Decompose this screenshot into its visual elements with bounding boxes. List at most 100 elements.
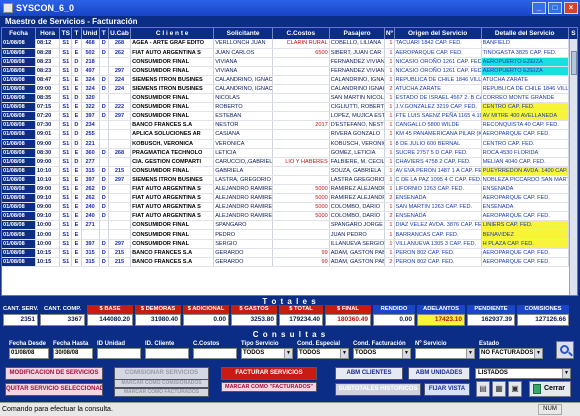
preview-icon[interactable]: ▣	[508, 381, 522, 397]
close-button[interactable]: Cerrar	[529, 381, 571, 397]
grid-cell: RAMIREZ ALEJANDR	[329, 193, 386, 204]
grid-header-cell[interactable]: S	[568, 28, 577, 39]
table-row[interactable]: 01/08/08 09:00 S1 E 262 D FIAT AUTO ARGENTINA …	[2, 184, 577, 195]
listados-select[interactable]: LISTADOS ▼	[475, 368, 571, 379]
grid-cell: S1	[59, 248, 73, 258]
grid-cell: ALEJANDRO RAMIRE	[213, 202, 273, 213]
grid-cell: F	[71, 39, 82, 49]
grid-cell: SIEMENS ITRON BUSINES	[130, 84, 215, 95]
invoice-services-button[interactable]: FACTURAR SERVICIOS	[221, 367, 317, 380]
grid-header-cell[interactable]: Fecha	[2, 28, 36, 39]
export-icon[interactable]: ▦	[492, 381, 506, 397]
table-row[interactable]: 01/08/08 08:35 S1 D 320 CONSUMIDOR FINAL NICOL…	[2, 93, 577, 104]
filter-input[interactable]: ▼	[415, 348, 475, 359]
table-row[interactable]: 01/08/08 09:10 S1 E 240 D FIAT AUTO ARGENTINA …	[2, 211, 577, 222]
grid-header-cell[interactable]: Unid	[81, 28, 100, 39]
table-row[interactable]: 01/08/08 10:15 S1 E 315 D 215 BANCO FRANCES S.A…	[2, 257, 577, 267]
mark-invoiced-alt-button[interactable]: MARCAR COMO FACTURADOS	[114, 388, 209, 397]
search-button[interactable]	[556, 341, 574, 359]
grid-cell: 08:30	[35, 148, 61, 158]
grid-cell	[272, 57, 330, 67]
print-icon[interactable]: ▤	[476, 381, 490, 397]
modify-services-button[interactable]: MODIFICACION DE SERVICIOS	[5, 367, 103, 380]
grid-header-cell[interactable]: Hora	[35, 28, 61, 39]
grid-header-cell[interactable]: C.Costos	[272, 28, 330, 39]
grid-cell: D	[99, 184, 109, 195]
close-window-button[interactable]: ×	[564, 2, 578, 14]
filter-input[interactable]: 30/08/08	[53, 348, 93, 359]
mark-commissioned-button[interactable]: MARCAR COMO COMISIONADOS	[114, 379, 209, 388]
maximize-button[interactable]: □	[548, 2, 562, 14]
table-row[interactable]: 01/08/08 10:10 S1 E 397 D 297 SIEMENS ITRON BUS…	[2, 175, 577, 186]
table-row[interactable]: 01/08/08 07:20 S1 E 397 D 297 CONSUMIDOR FINAL E…	[2, 111, 577, 122]
grid-cell	[272, 111, 330, 122]
table-row[interactable]: 01/08/08 10:10 S1 E 315 D 215 CONSUMIDOR FINAL G…	[2, 166, 577, 176]
grid-vertical-scrollbar[interactable]	[569, 39, 577, 295]
grid-header-cell[interactable]: T	[99, 28, 109, 39]
fix-view-button[interactable]: FIJAR VISTA	[424, 383, 470, 396]
table-row[interactable]: 01/08/08 09:00 S1 E 324 D 224 SIEMENS ITRON BUS…	[2, 84, 577, 95]
filter-input[interactable]: NO FACTURADOS ▼	[479, 348, 543, 359]
grid-cell: SOUZA, GABRIELA	[329, 166, 386, 176]
table-row[interactable]: 01/08/08 10:00 S1 E CONSUMIDOR FINAL PEDRO JUA…	[2, 229, 577, 240]
table-row[interactable]: 01/08/08 10:00 S1 E 397 D 297 CONSUMIDOR FINAL S…	[2, 239, 577, 249]
abm-clients-button[interactable]: ABM CLIENTES	[335, 367, 403, 380]
scrollbar-thumb[interactable]	[571, 51, 577, 75]
filter-input[interactable]	[193, 348, 237, 359]
mark-as-invoiced-button[interactable]: MARCAR COMO "FACTURADOS"	[221, 382, 317, 392]
grid-cell: 10:15	[35, 248, 61, 258]
chevron-down-icon: ▼	[534, 349, 542, 358]
table-row[interactable]: 01/08/08 08:12 S1 F 468 D 268 AGEA - ARTE GRAF …	[2, 39, 577, 49]
services-grid[interactable]: Fecha Hora TS T Unid T U.Cab C l i e n t e Solic…	[1, 27, 578, 296]
grid-cell: 01/08/08	[2, 248, 36, 258]
table-row[interactable]: 01/08/08 09:01 S1 D 255 APLICA SOLUCIONES AR C…	[2, 129, 577, 140]
grid-header-cell[interactable]: Detalle del Servicio	[481, 28, 569, 39]
grid-cell: KM 45 PANAMERICANA PILAR (KM	[394, 129, 482, 140]
grid-cell: 1	[384, 175, 395, 186]
grid-cell: 268	[108, 39, 132, 49]
table-row[interactable]: 01/08/08 09:00 S1 D 221 KOBUSCH, VERONICA VERO…	[2, 139, 577, 149]
grid-cell: 08:23	[35, 66, 61, 76]
table-row[interactable]: 01/08/08 09:10 S1 E 262 D FIAT AUTO ARGENTINA …	[2, 193, 577, 204]
table-row[interactable]: 01/08/08 08:30 S1 E 360 D 268 PRAGMATICA TECHNO…	[2, 148, 577, 158]
grid-cell: 01/08/08	[2, 211, 36, 222]
services-table: Fecha Hora TS T Unid T U.Cab C l i e n t e Solic…	[2, 28, 577, 267]
minimize-button[interactable]: _	[532, 2, 546, 14]
grid-cell: CALANDRINO, IGNAC	[213, 75, 273, 85]
abm-units-button[interactable]: ABM UNIDADES	[408, 367, 470, 380]
grid-cell: J.V.GONZALEZ 3219 CAP. FED.	[394, 102, 482, 113]
table-row[interactable]: 01/08/08 09:00 S1 E 240 D FIAT AUTO ARGENTINA …	[2, 202, 577, 213]
grid-header-cell[interactable]: T	[71, 28, 82, 39]
grid-header-cell[interactable]: Nº	[384, 28, 395, 39]
table-row[interactable]: 01/08/08 08:28 S1 E 502 D 262 FIAT AUTO ARGENTI…	[2, 48, 577, 58]
grid-cell: KOBUSCH, VERONICA	[130, 139, 215, 149]
table-row[interactable]: 01/08/08 07:15 S1 E 322 D 222 CONSUMIDOR FINAL R…	[2, 102, 577, 113]
filter-input[interactable]	[145, 348, 189, 359]
grid-cell: RIVERA GONZALO	[329, 129, 386, 140]
table-row[interactable]: 01/08/08 08:23 S1 D 218 CONSUMIDOR FINAL VIVIA…	[2, 57, 577, 67]
grid-cell: MELIAN 4040 CAP. FED.	[481, 157, 569, 167]
filter-input[interactable]: TODOS ▼	[353, 348, 411, 359]
grid-header-cell[interactable]: Pasajero	[329, 28, 386, 39]
filter-input[interactable]: TODOS ▼	[297, 348, 349, 359]
window-title: SYSCON_6_0	[16, 3, 75, 13]
table-row[interactable]: 01/08/08 08:47 S1 E 324 D 224 SIEMENS ITRON BUS…	[2, 75, 577, 85]
remove-service-button[interactable]: QUITAR SERVICIO SELECCIONADO	[5, 383, 103, 396]
table-row[interactable]: 01/08/08 10:00 S1 E 271 CONSUMIDOR FINAL SPANG…	[2, 220, 577, 231]
filter-input[interactable]: TODOS ▼	[241, 348, 293, 359]
filter-input[interactable]: 01/08/08	[9, 348, 49, 359]
table-row[interactable]: 01/08/08 10:15 S1 E 315 D 215 BANCO FRANCES S.A…	[2, 248, 577, 258]
grid-header-cell[interactable]: Solicitante	[213, 28, 273, 39]
historic-subtotals-button[interactable]: SUBTOTALES HISTORICOS	[335, 383, 421, 396]
title-bar: SYSCON_6_0 _ □ ×	[0, 0, 580, 16]
table-row[interactable]: 01/08/08 07:30 S1 D 234 BANCO FRANCES S.A NEST…	[2, 120, 577, 131]
grid-header-cell[interactable]: TS	[59, 28, 73, 39]
grid-header-cell[interactable]: U.Cab	[108, 28, 132, 39]
table-row[interactable]: 01/08/08 09:00 S1 D 277 CIA. GESTION COMPARTI…	[2, 157, 577, 167]
grid-cell: BARRANCAS CAP. FED.	[394, 229, 482, 240]
grid-cell: 1	[384, 57, 395, 67]
filter-input[interactable]	[97, 348, 141, 359]
grid-header-cell[interactable]: Origen del Servicio	[394, 28, 482, 39]
table-row[interactable]: 01/08/08 08:23 S1 D 497 297 CONSUMIDOR FINAL VI…	[2, 66, 577, 76]
grid-header-cell[interactable]: C l i e n t e	[130, 28, 215, 39]
